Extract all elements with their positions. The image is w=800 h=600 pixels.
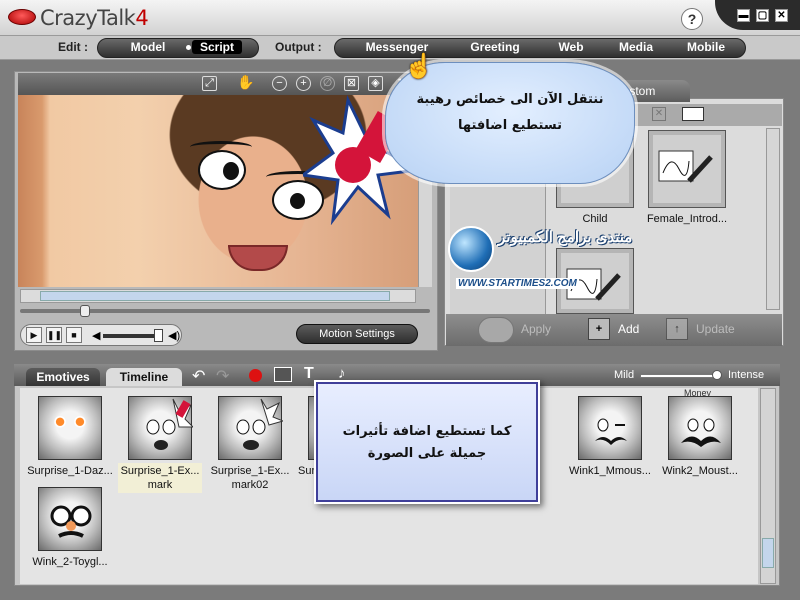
output-label: Output :	[275, 40, 322, 54]
library-item-label: Female_Introd...	[646, 213, 728, 225]
tab-model[interactable]: Model	[118, 40, 178, 54]
volume-max-icon: ◀)	[168, 330, 181, 342]
emotive-surprise-dazed[interactable]	[38, 396, 102, 460]
fullscreen-icon[interactable]: ⊠	[344, 76, 359, 91]
selected-dot-icon	[186, 45, 191, 50]
add-button[interactable]: Add	[618, 322, 639, 336]
cloud-text-line2: تستطيع اضافتها	[458, 118, 562, 133]
stop-icon[interactable]: ■	[66, 327, 82, 343]
emotive-label: Wink_2-Toygl...	[32, 556, 108, 568]
intensity-slider[interactable]	[640, 374, 720, 378]
actual-size-icon[interactable]: ◈	[368, 76, 383, 91]
watermark-title: منتدى برامج الكمبيوتر	[498, 229, 633, 246]
emotive-label: Wink2_Moust...	[662, 465, 738, 477]
record-icon[interactable]	[249, 369, 262, 382]
globe-logo-icon	[448, 226, 494, 272]
intensity-knob[interactable]	[712, 370, 722, 380]
emotive-wink1-mustache[interactable]	[578, 396, 642, 460]
tab-emotives[interactable]: Emotives	[26, 368, 100, 386]
maximize-button[interactable]: ▢	[756, 9, 769, 22]
emotive-label-line2: mark	[147, 479, 173, 491]
fit-view-icon[interactable]: ⤢	[202, 76, 217, 91]
tab-mobile[interactable]: Mobile	[678, 40, 734, 54]
redo-icon[interactable]: ↷	[216, 366, 229, 386]
effects-callout-body	[318, 384, 536, 500]
mustache-icon	[595, 418, 627, 445]
emotive-label: Surprise_1-Ex...	[210, 465, 290, 477]
update-button[interactable]: Update	[696, 322, 735, 336]
emotive-wink2-mustache[interactable]	[668, 396, 732, 460]
hand-tool-icon[interactable]: ✋	[237, 75, 254, 91]
tab-script[interactable]: Script	[192, 40, 242, 54]
emotive-surprise-exmark02[interactable]	[218, 396, 285, 460]
help-button[interactable]: ?	[681, 8, 703, 30]
burst-icon	[236, 398, 285, 450]
watermark-url: WWW.STARTIMES2.COM	[456, 278, 579, 289]
speaker-icon: ◀	[92, 330, 101, 342]
library-scrollbar[interactable]	[766, 128, 780, 310]
undo-icon[interactable]: ↶	[192, 366, 205, 386]
tab-media[interactable]: Media	[610, 40, 662, 54]
play-icon[interactable]: ▶	[26, 327, 42, 343]
image-icon[interactable]	[274, 367, 292, 382]
effects-text-line2: جميلة على الصورة	[367, 446, 487, 461]
zoom-out-icon[interactable]: −	[272, 76, 287, 91]
left-pupil	[223, 162, 239, 180]
reset-zoom-icon[interactable]: ∅	[320, 76, 335, 91]
emotive-label: Surprise_1-Daz...	[27, 465, 113, 477]
edit-label: Edit :	[58, 40, 88, 54]
motion-pen-icon	[658, 150, 713, 183]
text-icon[interactable]: T	[304, 365, 314, 383]
volume-knob[interactable]	[154, 329, 163, 342]
apply-button[interactable]: Apply	[521, 322, 551, 336]
viewer-scroll-thumb[interactable]	[40, 291, 390, 301]
library-item-label: Child	[582, 213, 608, 225]
emotive-surprise-exmark[interactable]	[128, 396, 195, 460]
cloud-text-line1: ننتقل الآن الى خصائص رهيبة	[416, 92, 604, 107]
minimize-button[interactable]: ▬	[737, 9, 750, 22]
intensity-intense-label: Intense	[728, 369, 765, 381]
motion-settings-button[interactable]: Motion Settings	[296, 324, 418, 344]
zoom-in-icon[interactable]: +	[296, 76, 311, 91]
emotive-wink2-toyglasses[interactable]	[38, 487, 102, 551]
mouth	[228, 245, 288, 271]
timeline-knob[interactable]	[80, 305, 90, 317]
pause-icon[interactable]: ❚❚	[46, 327, 62, 343]
effects-text-line1: كما تستطيع اضافة تأثيرات	[342, 424, 512, 439]
view-mode-icon[interactable]	[682, 107, 704, 121]
face-photo[interactable]	[18, 95, 418, 287]
add-icon[interactable]: +	[588, 318, 610, 340]
emotives-scroll-thumb[interactable]	[762, 538, 774, 568]
tab-timeline[interactable]: Timeline	[106, 368, 182, 386]
emotive-label: Surprise_1-Ex...	[120, 465, 200, 477]
emotive-label-line2: mark02	[231, 479, 269, 491]
intensity-mild-label: Mild	[614, 369, 635, 381]
left-lashes	[190, 141, 252, 153]
tab-web[interactable]: Web	[548, 40, 594, 54]
app-title: CrazyTalk4	[40, 6, 149, 30]
delete-icon[interactable]: ✕	[652, 107, 666, 121]
toy-glasses-icon	[50, 505, 92, 538]
update-icon[interactable]: ↑	[666, 318, 688, 340]
library-item-female-intro[interactable]	[648, 130, 726, 208]
apply-icon[interactable]	[478, 317, 514, 343]
mustache-icon	[681, 418, 721, 447]
tab-greeting[interactable]: Greeting	[462, 40, 528, 54]
close-button[interactable]: ✕	[775, 9, 788, 22]
hand-cursor-icon: ☝	[404, 53, 434, 80]
exclaim-burst-icon	[146, 398, 195, 450]
emotive-label: Wink1_Mmous...	[569, 465, 651, 477]
lips-logo-icon	[8, 9, 36, 25]
